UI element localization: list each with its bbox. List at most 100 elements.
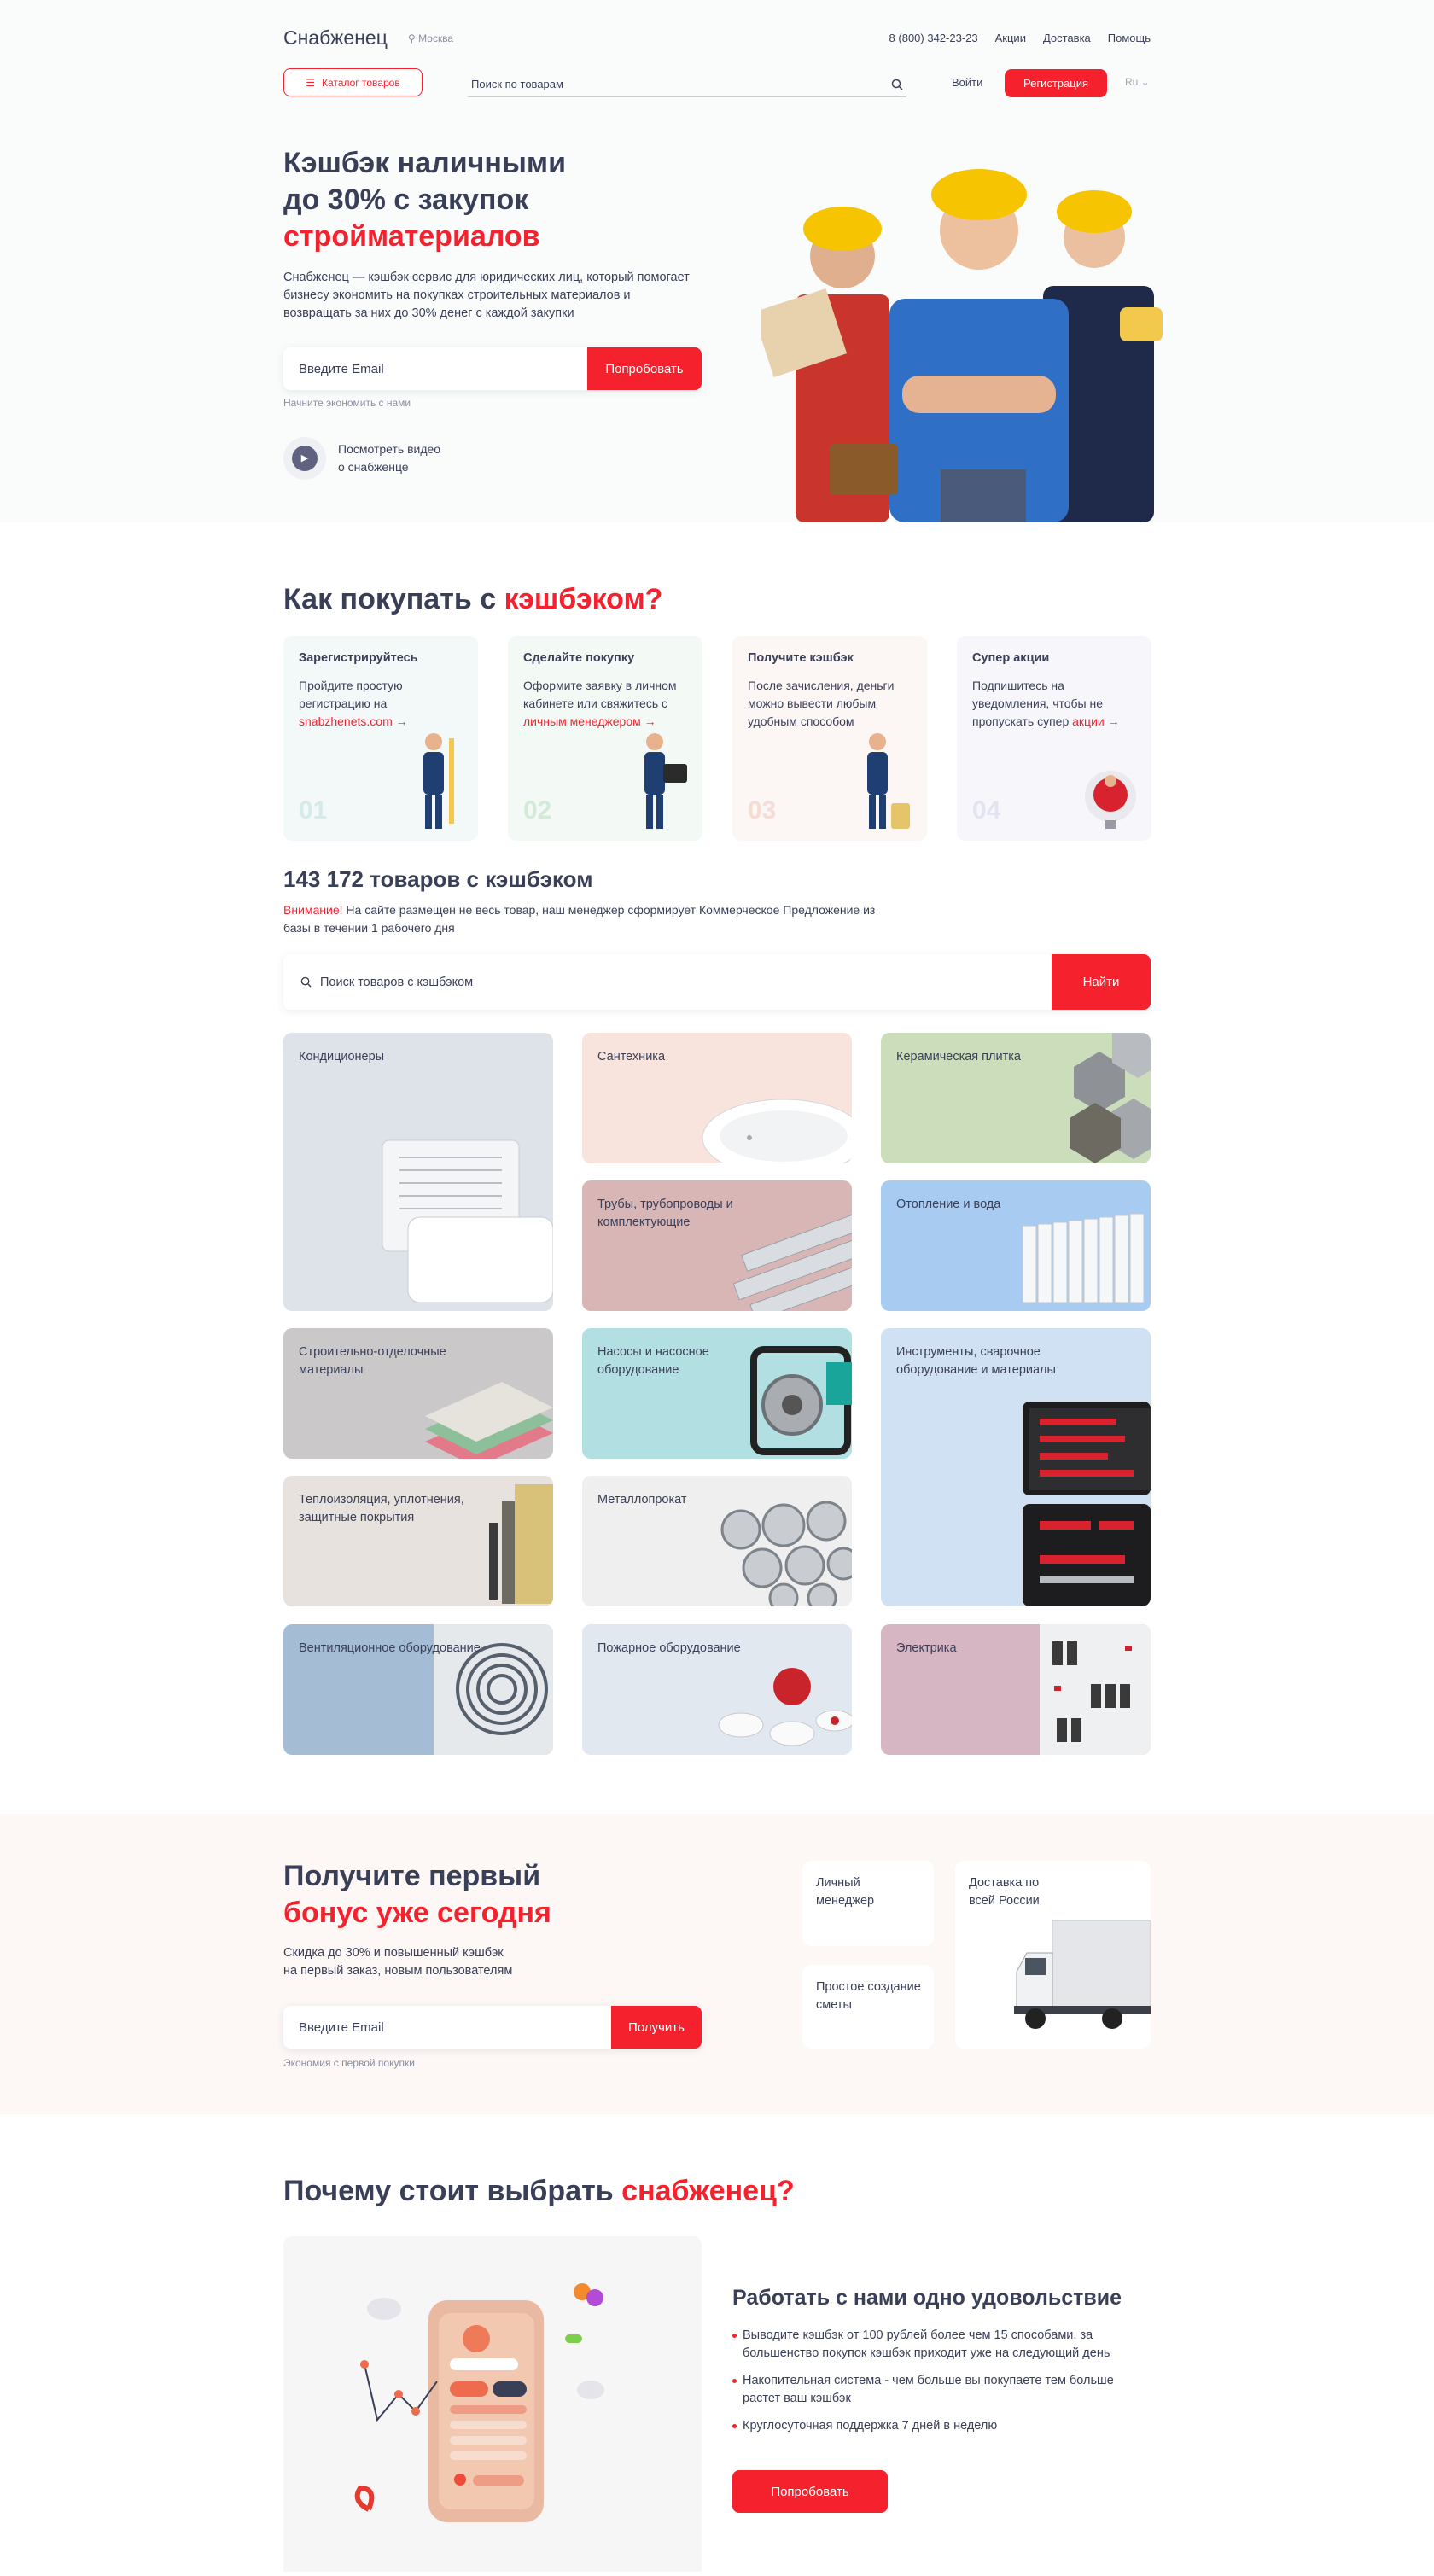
category-card-tiles[interactable]: Керамическая плитка (881, 1033, 1151, 1163)
category-label: Металлопрокат (598, 1493, 687, 1507)
feature-label: Доставка по всей России (969, 1876, 1040, 1908)
category-label: Строительно-отделочные материалы (299, 1345, 446, 1377)
step-text: Подпишитесь на уведомления, чтобы не про… (972, 677, 1136, 731)
air-conditioner-image (382, 1139, 553, 1303)
category-card-pipes[interactable]: Трубы, трубопроводы и комплектующие (582, 1180, 852, 1311)
step-title: Супер акции (972, 651, 1050, 665)
nav-item-help[interactable]: Помощь (1108, 32, 1151, 44)
location-pin-icon: ⚲ (408, 32, 416, 44)
hero-email-form: Введите Email Попробовать (283, 347, 702, 390)
bonus-title-line1: Получите первый (283, 1860, 541, 1892)
step-link[interactable]: акции (1072, 714, 1105, 728)
toolbox-image (1023, 1402, 1151, 1606)
catalog-notice: Внимание! На сайте размещен не весь това… (283, 901, 881, 937)
category-card-ventilation[interactable]: Вентиляционное оборудование (283, 1624, 553, 1755)
login-link[interactable]: Войти (952, 76, 982, 89)
category-label: Теплоизоляция, уплотнения, защитные покр… (299, 1493, 464, 1524)
search-icon (300, 976, 312, 988)
cashback-search-input[interactable]: Поиск товаров с кэшбэком (283, 954, 1052, 1010)
step-card: Сделайте покупку Оформите заявку в лично… (508, 636, 702, 841)
why-title: Почему стоит выбрать снабженец? (283, 2175, 795, 2208)
category-card-insulation[interactable]: Теплоизоляция, уплотнения, защитные покр… (283, 1476, 553, 1606)
step-title: Зарегистрируйтесь (299, 651, 418, 665)
bonus-title: Получите первый бонус уже сегодня (283, 1858, 551, 1932)
chevron-down-icon: ⌄ (1140, 76, 1150, 88)
bonus-email-form: Введите Email Получить (283, 2006, 702, 2049)
catalog-button[interactable]: ☰ Каталог товаров (283, 68, 423, 96)
category-card-plumbing[interactable]: Сантехника (582, 1033, 852, 1163)
catalog-button-label: Каталог товаров (322, 76, 400, 89)
feature-card: Доставка по всей России (955, 1861, 1151, 2049)
notice-text: На сайте размещен не весь товар, наш мен… (283, 903, 876, 935)
why-point: Круглосуточная поддержка 7 дней в неделю (732, 2417, 1142, 2435)
manager-figure-icon (644, 733, 687, 829)
nav-item-delivery[interactable]: Доставка (1043, 32, 1091, 44)
play-button[interactable]: ▶ (283, 437, 326, 480)
category-label: Электрика (896, 1641, 957, 1655)
logo[interactable]: Снабженец (283, 26, 388, 50)
nav-item-promotions[interactable]: Акции (995, 32, 1026, 44)
category-label: Сантехника (598, 1050, 666, 1064)
category-card-fire[interactable]: Пожарное оборудование (582, 1624, 852, 1755)
step-card: Зарегистрируйтесь Пройдите простую регис… (283, 636, 478, 841)
hero-title: Кэшбэк наличными до 30% с закупок стройм… (283, 145, 685, 255)
why-subtitle: Работать с нами одно удовольствие (732, 2286, 1122, 2310)
bonus-description-line1: Скидка до 30% и повышенный кэшбэк (283, 1946, 504, 1960)
step-text-body: Оформите заявку в личном кабинете или св… (523, 679, 677, 710)
cashback-search: Поиск товаров с кэшбэком Найти (283, 954, 1151, 1010)
arrow-right-icon: → (1104, 714, 1120, 728)
category-card-tools[interactable]: Инструменты, сварочное оборудование и ма… (881, 1328, 1151, 1606)
category-card-heating[interactable]: Отопление и вода (881, 1180, 1151, 1311)
category-label: Пожарное оборудование (598, 1641, 741, 1655)
video-label: Посмотреть видео о снабженце (338, 440, 440, 476)
register-button[interactable]: Регистрация (1005, 69, 1107, 97)
fire-equipment-image (718, 1668, 852, 1746)
feature-card: Личный менеджер (802, 1861, 934, 1946)
hero-description: Снабженец — кэшбэк сервис для юридически… (283, 271, 690, 320)
category-label: Инструменты, сварочное оборудование и ма… (896, 1345, 1056, 1377)
step-card: Супер акции Подпишитесь на уведомления, … (957, 636, 1151, 841)
category-card-metal[interactable]: Металлопрокат (582, 1476, 852, 1606)
city-label: Москва (418, 32, 454, 44)
get-bonus-button[interactable]: Получить (611, 2006, 702, 2049)
email-field[interactable]: Введите Email (283, 2006, 611, 2049)
video-link[interactable]: ▶ Посмотреть видео о снабженце (283, 437, 440, 480)
workers-image (761, 169, 1163, 522)
why-illustration (283, 2236, 702, 2572)
category-label: Насосы и насосное оборудование (598, 1345, 709, 1377)
armchair-figure-icon (1085, 771, 1136, 829)
step-number: 01 (299, 796, 328, 825)
feature-label: Личный менеджер (816, 1876, 875, 1908)
hero-title-accent: стройматериалов (283, 220, 540, 253)
step-text: Пройдите простую регистрацию на snabzhen… (299, 677, 463, 731)
search-input[interactable]: Поиск по товарам (468, 72, 906, 97)
header-nav: 8 (800) 342-23-23 Акции Доставка Помощь (889, 32, 1151, 44)
phone-link[interactable]: 8 (800) 342-23-23 (889, 32, 978, 44)
language-selector[interactable]: Ru ⌄ (1125, 76, 1150, 88)
category-card-finishing[interactable]: Строительно-отделочные материалы (283, 1328, 553, 1459)
step-text: Оформите заявку в личном кабинете или св… (523, 677, 687, 731)
notice-accent: Внимание! (283, 903, 343, 917)
bonus-description: Скидка до 30% и повышенный кэшбэк на пер… (283, 1944, 512, 1980)
step-title: Сделайте покупку (523, 651, 635, 665)
category-label: Вентиляционное оборудование (299, 1641, 481, 1655)
category-card-electric[interactable]: Электрика (881, 1624, 1151, 1755)
try-button[interactable]: Попробовать (587, 347, 702, 390)
arrow-right-icon: → (392, 714, 408, 728)
step-link[interactable]: личным менеджером (523, 714, 641, 728)
feature-label: Простое создание сметы (816, 1980, 921, 2012)
step-link[interactable]: snabzhenets.com (299, 714, 393, 728)
find-button[interactable]: Найти (1052, 954, 1151, 1010)
email-field[interactable]: Введите Email (283, 347, 587, 390)
video-label-line1: Посмотреть видео (338, 442, 441, 456)
step-number: 02 (523, 796, 552, 825)
step-card: Получите кэшбэк После зачисления, деньги… (732, 636, 927, 841)
category-card-conditioners[interactable]: Кондиционеры (283, 1033, 553, 1311)
category-card-pumps[interactable]: Насосы и насосное оборудование (582, 1328, 852, 1459)
why-list: Выводите кэшбэк от 100 рублей более чем … (732, 2327, 1142, 2445)
category-label: Керамическая плитка (896, 1050, 1021, 1064)
why-try-button[interactable]: Попробовать (732, 2470, 888, 2513)
search-icon[interactable] (891, 79, 903, 90)
category-label: Кондиционеры (299, 1050, 385, 1064)
city-selector[interactable]: ⚲ Москва (408, 32, 453, 44)
